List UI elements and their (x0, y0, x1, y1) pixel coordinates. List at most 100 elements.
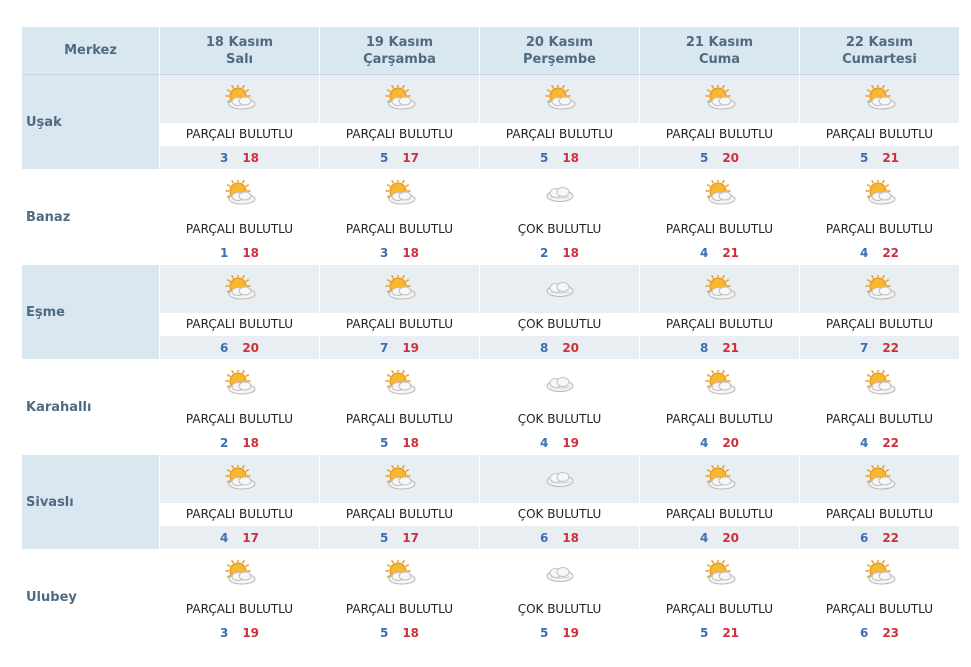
day-date: 21 Kasım (685, 34, 754, 50)
condition-text: PARÇALI BULUTLU (800, 122, 959, 147)
min-temp: 5 (539, 150, 549, 165)
min-temp: 6 (859, 530, 869, 545)
max-temp: 20 (722, 150, 740, 165)
day-date: 22 Kasım (845, 34, 914, 50)
partly-cloudy-icon (320, 360, 479, 408)
temperature-row: 5 21 (800, 146, 959, 170)
min-temp: 4 (699, 245, 709, 260)
min-temp: 4 (219, 530, 229, 545)
max-temp: 19 (242, 625, 260, 640)
condition-text: PARÇALI BULUTLU (185, 222, 294, 237)
forecast-cell: PARÇALI BULUTLU 6 22 (800, 455, 960, 550)
day-header-5: 22 Kasım Cumartesi (800, 27, 960, 75)
forecast-cell: PARÇALI BULUTLU 4 22 (800, 170, 960, 265)
min-temp: 7 (859, 340, 869, 355)
min-temp: 7 (379, 340, 389, 355)
max-temp: 19 (402, 340, 420, 355)
day-header-3: 20 Kasım Perşembe (480, 27, 640, 75)
partly-cloudy-icon (640, 550, 799, 598)
forecast-cell: PARÇALI BULUTLU 6 20 (160, 265, 320, 360)
partly-cloudy-icon (160, 455, 319, 503)
min-temp: 4 (859, 245, 869, 260)
temperature-row: 1 18 (160, 241, 319, 264)
condition-text: PARÇALI BULUTLU (185, 602, 294, 617)
partly-cloudy-icon (480, 75, 639, 123)
max-temp: 18 (242, 245, 260, 260)
min-temp: 3 (219, 150, 229, 165)
min-temp: 5 (379, 150, 389, 165)
temperature-row: 6 18 (480, 526, 639, 550)
forecast-cell: PARÇALI BULUTLU 4 22 (800, 360, 960, 455)
min-temp: 6 (219, 340, 229, 355)
temperature-row: 3 18 (160, 146, 319, 170)
min-temp: 5 (379, 530, 389, 545)
max-temp: 21 (722, 625, 740, 640)
min-temp: 2 (539, 245, 549, 260)
max-temp: 18 (562, 245, 580, 260)
day-weekday: Çarşamba (363, 51, 436, 67)
min-temp: 5 (859, 150, 869, 165)
partly-cloudy-icon (320, 170, 479, 218)
partly-cloudy-icon (640, 455, 799, 503)
forecast-cell: PARÇALI BULUTLU 4 17 (160, 455, 320, 550)
max-temp: 23 (882, 625, 900, 640)
min-temp: 8 (539, 340, 549, 355)
temperature-row: 8 20 (480, 336, 639, 360)
forecast-cell: ÇOK BULUTLU 2 18 (480, 170, 640, 265)
forecast-cell: ÇOK BULUTLU 8 20 (480, 265, 640, 360)
forecast-cell: PARÇALI BULUTLU 4 20 (640, 455, 800, 550)
partly-cloudy-icon (160, 550, 319, 598)
temperature-row: 5 17 (320, 526, 479, 550)
merkez-label: Merkez (64, 43, 117, 58)
min-temp: 5 (379, 625, 389, 640)
max-temp: 17 (402, 150, 420, 165)
temperature-row: 6 20 (160, 336, 319, 360)
min-temp: 5 (539, 625, 549, 640)
condition-text: ÇOK BULUTLU (480, 502, 639, 527)
min-temp: 5 (699, 150, 709, 165)
temperature-row: 4 20 (640, 431, 799, 454)
max-temp: 18 (562, 530, 580, 545)
forecast-cell: PARÇALI BULUTLU 3 18 (320, 170, 480, 265)
forecast-cell: PARÇALI BULUTLU 5 18 (320, 360, 480, 455)
forecast-cell: ÇOK BULUTLU 5 19 (480, 550, 640, 645)
partly-cloudy-icon (320, 550, 479, 598)
partly-cloudy-icon (800, 550, 959, 598)
max-temp: 22 (882, 340, 900, 355)
forecast-cell: PARÇALI BULUTLU 5 18 (480, 75, 640, 170)
temperature-row: 5 19 (480, 621, 639, 644)
forecast-cell: PARÇALI BULUTLU 5 21 (640, 550, 800, 645)
partly-cloudy-icon (640, 75, 799, 123)
partly-cloudy-icon (640, 360, 799, 408)
condition-text: PARÇALI BULUTLU (320, 312, 479, 337)
city-cell: Uşak (22, 75, 160, 170)
day-date: 18 Kasım (205, 34, 274, 50)
min-temp: 6 (539, 530, 549, 545)
day-header-1: 18 Kasım Salı (160, 27, 320, 75)
condition-text: PARÇALI BULUTLU (345, 602, 454, 617)
min-temp: 3 (379, 245, 389, 260)
city-cell: Sivaslı (22, 455, 160, 550)
forecast-cell: ÇOK BULUTLU 4 19 (480, 360, 640, 455)
partly-cloudy-icon (160, 75, 319, 123)
condition-text: PARÇALI BULUTLU (640, 312, 799, 337)
min-temp: 6 (859, 625, 869, 640)
temperature-row: 5 18 (480, 146, 639, 170)
condition-text: PARÇALI BULUTLU (640, 122, 799, 147)
condition-text: PARÇALI BULUTLU (800, 312, 959, 337)
partly-cloudy-icon (800, 360, 959, 408)
city-cell: Banaz (22, 170, 160, 265)
cloudy-icon (480, 360, 639, 408)
partly-cloudy-icon (800, 75, 959, 123)
min-temp: 4 (859, 435, 869, 450)
forecast-cell: PARÇALI BULUTLU 7 19 (320, 265, 480, 360)
partly-cloudy-icon (640, 265, 799, 313)
forecast-cell: PARÇALI BULUTLU 5 17 (320, 75, 480, 170)
min-temp: 3 (219, 625, 229, 640)
min-temp: 1 (219, 245, 229, 260)
city-name: Eşme (26, 304, 65, 320)
min-temp: 4 (699, 530, 709, 545)
max-temp: 21 (722, 245, 740, 260)
forecast-cell: ÇOK BULUTLU 6 18 (480, 455, 640, 550)
temperature-row: 4 17 (160, 526, 319, 550)
